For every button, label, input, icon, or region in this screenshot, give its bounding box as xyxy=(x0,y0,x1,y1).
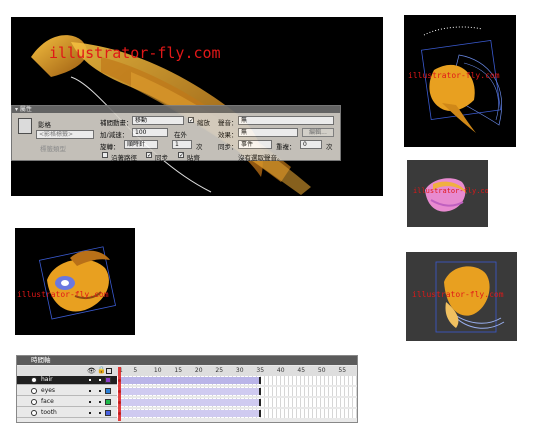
symbol-type-label: 影格 xyxy=(38,121,51,129)
frame-number: 15 xyxy=(174,367,183,374)
frame-icon xyxy=(18,118,32,134)
thumbnail-wing-cluster: illustrator-fly.com xyxy=(406,252,517,341)
edit-button[interactable]: 編輯... xyxy=(302,128,334,137)
rotate-unit: 次 xyxy=(196,143,203,151)
properties-panel-title: ▾ 屬性 xyxy=(12,106,340,113)
tween-select[interactable]: 移動 xyxy=(132,116,184,125)
orient-label: 沿著路徑 xyxy=(111,154,137,162)
ease-unit: 在外 xyxy=(174,131,187,139)
snap-checkbox[interactable]: ✓ xyxy=(178,152,184,159)
rotate-select[interactable]: 順時針 xyxy=(124,140,158,149)
layer-name: face xyxy=(41,398,54,405)
layer-color-swatch xyxy=(105,377,111,383)
wing-artwork xyxy=(421,26,502,133)
tween-span[interactable] xyxy=(119,377,261,384)
properties-panel: ▾ 屬性 影格 <影格標籤> 標籤類型 補間動畫： 移動 ✓ 縮放 聲音： 無 … xyxy=(11,105,341,162)
repeat-unit: 次 xyxy=(326,143,333,151)
sound-select[interactable]: 無 xyxy=(238,116,334,125)
timeline-panel: 時間軸 👁 🔒 1510152025303540455055 haireyesf… xyxy=(16,355,358,423)
sync-select[interactable]: 事件 xyxy=(238,140,272,149)
visibility-dot[interactable] xyxy=(99,390,101,392)
layer-icon xyxy=(31,410,37,416)
layer-name: hair xyxy=(41,376,53,383)
watermark-text: illustrator-fly.com xyxy=(412,290,504,299)
stage-preview: illustrator-fly.com ▾ 屬性 影格 <影格標籤> 標籤類型 … xyxy=(11,17,383,196)
layer-row[interactable]: face xyxy=(17,398,357,407)
lock-icon[interactable]: 🔒 xyxy=(97,366,106,374)
sound-label: 聲音： xyxy=(218,119,238,127)
frame-number: 35 xyxy=(256,367,265,374)
layer-row[interactable]: eyes xyxy=(17,387,357,396)
ease-input[interactable]: 100 xyxy=(132,128,168,137)
scale-label: 縮放 xyxy=(197,119,210,127)
frame-number: 25 xyxy=(215,367,224,374)
thumbnail-pink-wing: illustrator-fly.com xyxy=(407,160,488,227)
playhead[interactable] xyxy=(118,367,121,421)
layer-row[interactable]: tooth xyxy=(17,409,357,418)
layer-color-swatch xyxy=(105,410,111,416)
layer-name: eyes xyxy=(41,387,56,394)
repeat-input[interactable]: 0 xyxy=(300,140,322,149)
layer-icon xyxy=(31,377,37,383)
orient-checkbox[interactable] xyxy=(102,152,108,158)
watermark-text: illustrator-fly.com xyxy=(17,290,109,299)
sync-check-label: 同步 xyxy=(155,154,168,162)
scale-checkbox[interactable]: ✓ xyxy=(188,117,194,124)
effect-select[interactable]: 無 xyxy=(238,128,298,137)
rotate-label: 旋轉： xyxy=(100,143,120,151)
visibility-dot[interactable] xyxy=(89,401,91,403)
frame-ruler: 1510152025303540455055 xyxy=(117,366,357,376)
repeat-label: 重複： xyxy=(276,143,296,151)
frame-number: 5 xyxy=(133,367,138,374)
visibility-dot[interactable] xyxy=(99,412,101,414)
label-type-label: 標籤類型 xyxy=(40,145,66,153)
visibility-dot[interactable] xyxy=(89,390,91,392)
sync-checkbox[interactable]: ✓ xyxy=(146,152,152,159)
layer-icon xyxy=(31,388,37,394)
timeline-title: 時間軸 xyxy=(17,356,357,365)
visibility-dot[interactable] xyxy=(89,379,91,381)
watermark-text: illustrator-fly.com xyxy=(49,44,221,62)
layer-color-swatch xyxy=(105,399,111,405)
frame-number: 30 xyxy=(235,367,244,374)
tween-span[interactable] xyxy=(119,399,261,406)
frame-number: 45 xyxy=(297,367,306,374)
layer-list: hair eyes face tooth xyxy=(17,376,357,422)
tween-span[interactable] xyxy=(119,410,261,417)
outline-icon[interactable] xyxy=(106,368,112,374)
visibility-dot[interactable] xyxy=(99,401,101,403)
frame-number: 20 xyxy=(194,367,203,374)
eye-icon[interactable]: 👁 xyxy=(87,367,96,375)
layer-icon xyxy=(31,399,37,405)
tween-label: 補間動畫： xyxy=(100,119,133,127)
layer-name: tooth xyxy=(41,409,57,416)
effect-label: 效果： xyxy=(218,131,238,139)
sync-label: 同步： xyxy=(218,143,238,151)
layer-row[interactable]: hair xyxy=(17,376,357,385)
ease-label: 加/減速： xyxy=(100,131,129,139)
watermark-text: illustrator-fly.com xyxy=(408,71,500,80)
frame-number: 55 xyxy=(338,367,347,374)
layer-color-swatch xyxy=(105,388,111,394)
frame-number: 40 xyxy=(276,367,285,374)
face-artwork xyxy=(38,246,116,320)
snap-label: 貼齊 xyxy=(187,154,200,162)
thumbnail-face: illustrator-fly.com xyxy=(15,228,135,335)
frame-label-input[interactable]: <影格標籤> xyxy=(36,130,94,139)
visibility-dot[interactable] xyxy=(99,379,101,381)
thumbnail-wing: illustrator-fly.com xyxy=(404,15,516,147)
visibility-dot[interactable] xyxy=(89,412,91,414)
watermark-text: illustrator-fly.com xyxy=(413,187,488,195)
no-sound-label: 沒有選取聲音。 xyxy=(238,154,284,162)
frame-number: 10 xyxy=(153,367,162,374)
rotate-count-input[interactable]: 1 xyxy=(172,140,192,149)
frame-number: 50 xyxy=(317,367,326,374)
tween-span[interactable] xyxy=(119,388,261,395)
